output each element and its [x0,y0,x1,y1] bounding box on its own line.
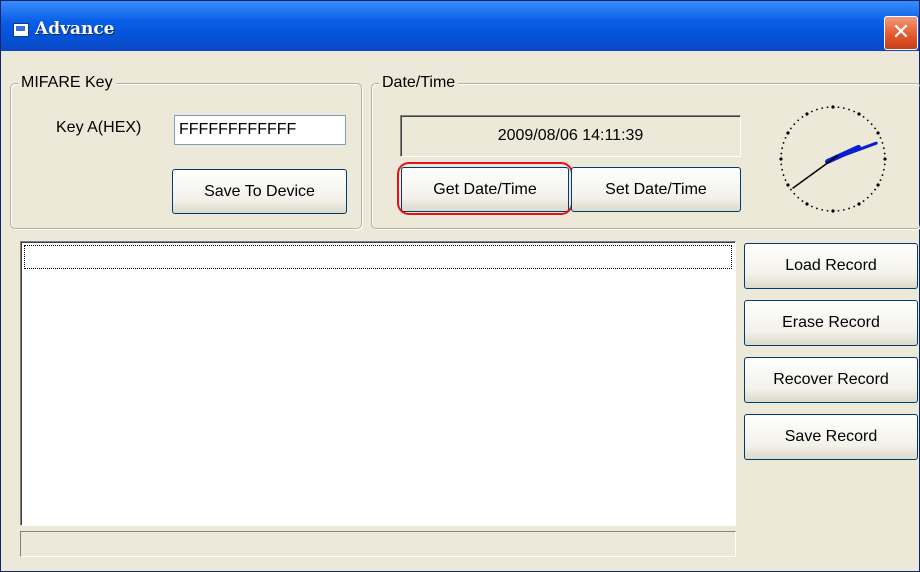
clock-minute-tick [881,142,884,144]
erase-record-button[interactable]: Erase Record [744,300,918,346]
clock-hour-tick [831,105,835,109]
clock-minute-tick [874,188,876,191]
clock-minute-tick [837,209,840,212]
clock-minute-tick [793,123,796,126]
clock-minute-tick [881,174,884,176]
clock-minute-tick [853,110,856,113]
clock-minute-tick [879,136,882,139]
clock-minute-tick [848,207,850,210]
clock-minute-tick [837,106,840,109]
recover-record-button[interactable]: Recover Record [744,357,918,403]
clock-minute-tick [810,205,813,208]
clock-minute-tick [826,209,829,212]
clock-minute-tick [882,147,885,150]
clock-minute-tick [793,192,796,195]
clock-second-hand [792,154,839,189]
save-to-device-button[interactable]: Save To Device [172,169,347,214]
clock-minute-tick [866,119,869,122]
clock-minute-tick [790,188,792,191]
clock-minute-tick [810,110,813,113]
clock-hour-tick [857,202,861,206]
clock-minute-tick [816,108,818,111]
clock-hour-tick [876,183,880,187]
clock-minute-tick [784,179,787,182]
key-a-input[interactable]: FFFFFFFFFFFF [174,115,346,145]
clock-minute-tick [853,205,856,208]
clock-minute-tick [781,147,784,150]
window-title: Advance [35,19,115,39]
clock-minute-tick [842,208,845,211]
clock-hour-tick [786,183,790,187]
clock-minute-tick [821,107,824,110]
status-bar [20,531,736,557]
clock-minute-tick [842,107,845,110]
clock-minute-tick [870,123,873,126]
set-date-time-button[interactable]: Set Date/Time [571,167,741,212]
clock-minute-tick [870,192,873,195]
clock-minute-tick [862,116,865,118]
clock-hour-tick [831,209,835,213]
date-time-display: 2009/08/06 14:11:39 [400,115,741,157]
clock-minute-tick [801,200,804,202]
get-date-time-highlight [397,162,573,215]
clock-minute-tick [797,196,800,199]
clock-minute-tick [866,196,869,199]
clock-hour-tick [883,157,887,161]
record-list[interactable] [20,241,736,526]
clock-minute-tick [780,163,783,166]
close-button[interactable]: ✕ [884,16,918,50]
clock-minute-tick [826,106,829,109]
clock-minute-tick [801,116,804,118]
clock-minute-tick [781,168,784,171]
analog-clock [779,105,887,213]
list-focus-row[interactable] [24,245,732,269]
clock-hour-tick [805,112,809,116]
clock-minute-tick [862,200,865,202]
clock-hour-tick [876,131,880,135]
clock-minute-tick [883,163,886,166]
clock-hour-tick [779,157,783,161]
date-time-group-label: Date/Time [379,74,459,92]
advance-window: Advance ✕ MIFARE Key Key A(HEX) FFFFFFFF… [0,0,920,572]
clock-hour-tick [857,112,861,116]
clock-minute-tick [780,152,783,155]
clock-minute-tick [848,108,850,111]
load-record-button[interactable]: Load Record [744,243,918,289]
clock-minute-tick [782,142,785,144]
clock-minute-tick [879,179,882,182]
clock-minute-tick [790,127,792,130]
clock-minute-tick [782,174,785,176]
title-bar[interactable]: Advance ✕ [1,1,919,51]
clock-hour-tick [786,131,790,135]
app-window-icon [13,23,29,37]
clock-minute-tick [882,168,885,171]
clock-minute-tick [874,127,876,130]
clock-minute-tick [821,208,824,211]
clock-minute-tick [883,152,886,155]
key-a-label: Key A(HEX) [56,119,142,136]
save-record-button[interactable]: Save Record [744,414,918,460]
mifare-key-group-label: MIFARE Key [18,74,116,92]
clock-hour-tick [805,202,809,206]
clock-minute-tick [784,136,787,139]
clock-minute-tick [797,119,800,122]
clock-minute-tick [816,207,818,210]
